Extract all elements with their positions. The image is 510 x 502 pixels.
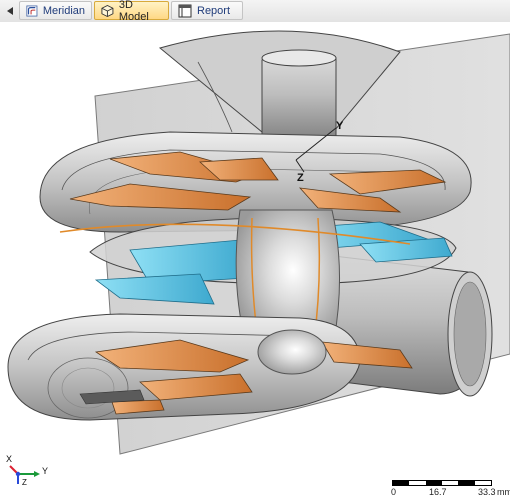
scale-tick-2: 33.3	[478, 487, 496, 497]
view-tab-bar: Meridian 3D Model Report	[0, 0, 510, 23]
3d-model-viewport[interactable]: Y Z X Y Z 0 16.7 33.3 mm	[0, 22, 510, 497]
inlet-pipe	[261, 52, 337, 146]
tab-report-label: Report	[197, 4, 231, 17]
tab-3d-model[interactable]: 3D Model	[94, 0, 169, 23]
triad-y-label: Y	[42, 466, 49, 476]
scale-bar: 0 16.7 33.3 mm	[386, 476, 510, 502]
triad-z-label: Z	[22, 478, 27, 487]
scale-tick-1: 16.7	[429, 487, 447, 497]
tab-meridian-label: Meridian	[42, 4, 85, 17]
lower-hub	[257, 329, 327, 375]
triangle-left-icon	[7, 6, 13, 15]
tab-3d-model-label: 3D Model	[118, 0, 149, 23]
model-axis-y-label: Y	[336, 120, 344, 132]
cube-icon	[101, 4, 114, 17]
scale-unit: mm	[497, 487, 510, 497]
model-axis-z-label: Z	[297, 172, 304, 184]
tab-meridian[interactable]: Meridian	[19, 1, 92, 20]
scale-bar-segments	[392, 480, 492, 486]
meridian-icon	[26, 5, 38, 16]
scale-tick-0: 0	[391, 487, 397, 497]
triad-x-label: X	[6, 454, 13, 464]
tab-report[interactable]: Report	[171, 1, 243, 20]
back-arrow-button[interactable]	[2, 0, 18, 21]
report-window-icon	[178, 4, 192, 17]
pump-3d-render	[7, 30, 510, 455]
